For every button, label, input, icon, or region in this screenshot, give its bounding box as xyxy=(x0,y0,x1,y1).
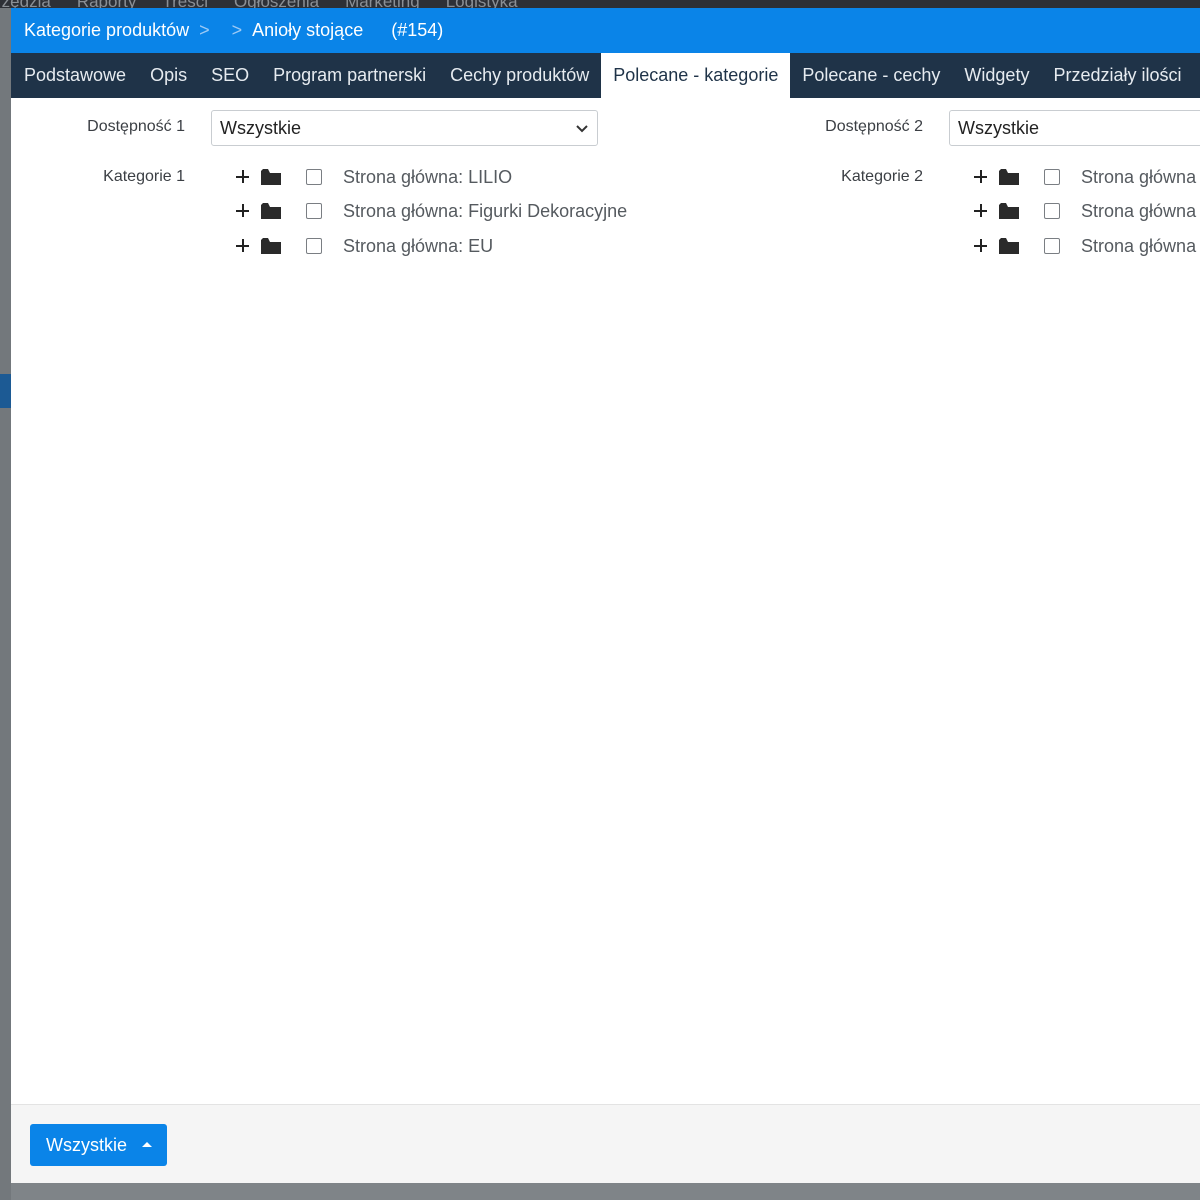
category-label: Strona główna xyxy=(1081,200,1197,221)
tab-opis[interactable]: Opis xyxy=(138,53,199,98)
tab-polecane-cechy[interactable]: Polecane - cechy xyxy=(790,53,952,98)
background-selected-row xyxy=(0,374,11,408)
breadcrumb-current: Anioły stojące xyxy=(252,20,364,40)
chevron-down-icon xyxy=(576,125,588,133)
category-label: Strona główna: LILIO xyxy=(343,166,513,187)
tree-item: Strona główna: Figurki Dekoracyjne xyxy=(235,196,627,226)
chevron-right-icon: > xyxy=(199,20,210,40)
expand-icon[interactable] xyxy=(973,169,989,185)
category-checkbox[interactable] xyxy=(1044,203,1060,219)
breadcrumb-parent[interactable]: Kategorie produktów xyxy=(24,20,189,41)
category-label: Strona główna: EU xyxy=(343,235,494,256)
folder-icon xyxy=(999,203,1019,219)
tab-bar: Podstawowe Opis SEO Program partnerski C… xyxy=(11,53,1200,98)
folder-icon xyxy=(261,238,281,254)
expand-icon[interactable] xyxy=(973,238,989,254)
background-menu-item: Logistyka xyxy=(446,0,518,8)
wszystkie-dropdown-button[interactable]: Wszystkie xyxy=(30,1124,167,1166)
tree-item: Strona główna: EU xyxy=(235,231,493,261)
background-menu-item: rzędzia xyxy=(0,0,51,8)
tab-seo[interactable]: SEO xyxy=(199,53,261,98)
tab-przedzialy-ilosci[interactable]: Przedziały ilości xyxy=(1041,53,1193,98)
categories-1-label: Kategorie 1 xyxy=(103,168,185,185)
tree-item: Strona główna xyxy=(973,231,1196,261)
expand-icon[interactable] xyxy=(235,238,251,254)
folder-icon xyxy=(999,169,1019,185)
tab-polecane-kategorie[interactable]: Polecane - kategorie xyxy=(601,53,791,98)
category-id: (#154) xyxy=(391,20,444,40)
tab-podstawowe[interactable]: Podstawowe xyxy=(11,53,138,98)
background-menu-item: Raporty xyxy=(77,0,137,8)
expand-icon[interactable] xyxy=(235,203,251,219)
category-checkbox[interactable] xyxy=(306,238,322,254)
tab-widgety[interactable]: Widgety xyxy=(952,53,1041,98)
tree-item: Strona główna xyxy=(973,162,1196,192)
background-menu-item: Marketing xyxy=(345,0,420,8)
category-label: Strona główna: Figurki Dekoracyjne xyxy=(343,200,628,221)
expand-icon[interactable] xyxy=(235,169,251,185)
availability-2-label: Dostępność 2 xyxy=(825,118,923,135)
categories-2-label: Kategorie 2 xyxy=(841,168,923,185)
availability-2-value: Wszystkie xyxy=(958,117,1039,138)
modal-footer: Wszystkie xyxy=(11,1104,1200,1183)
footer-button-label: Wszystkie xyxy=(46,1134,127,1155)
availability-1-select[interactable]: Wszystkie xyxy=(211,110,598,146)
category-checkbox[interactable] xyxy=(1044,238,1060,254)
edit-category-modal: Kategorie produktów > > Anioły stojące (… xyxy=(11,8,1200,1183)
tree-item: Strona główna xyxy=(973,196,1196,226)
background-menu: rzędzia Raporty Treści Ogłoszenia Market… xyxy=(0,0,518,8)
folder-icon xyxy=(261,169,281,185)
tab-program-partnerski[interactable]: Program partnerski xyxy=(261,53,438,98)
availability-2-select[interactable]: Wszystkie xyxy=(949,110,1200,146)
tree-item: Strona główna: LILIO xyxy=(235,162,512,192)
category-label: Strona główna xyxy=(1081,235,1197,256)
breadcrumb: Kategorie produktów > > Anioły stojące (… xyxy=(11,8,1200,53)
chevron-right-icon: > xyxy=(231,20,243,40)
category-checkbox[interactable] xyxy=(1044,169,1060,185)
background-menu-item: Ogłoszenia xyxy=(234,0,319,8)
tab-cechy-produktow[interactable]: Cechy produktów xyxy=(438,53,601,98)
category-checkbox[interactable] xyxy=(306,169,322,185)
background-menu-bar: rzędzia Raporty Treści Ogłoszenia Market… xyxy=(0,0,1200,8)
expand-icon[interactable] xyxy=(973,203,989,219)
background-menu-item: Treści xyxy=(162,0,208,8)
caret-up-icon xyxy=(142,1142,152,1147)
category-checkbox[interactable] xyxy=(306,203,322,219)
tab-content: Dostępność 1 Wszystkie Kategorie 1 Stron… xyxy=(11,98,1200,1104)
availability-1-label: Dostępność 1 xyxy=(87,118,185,135)
category-label: Strona główna xyxy=(1081,166,1197,187)
folder-icon xyxy=(261,203,281,219)
availability-1-value: Wszystkie xyxy=(220,117,301,138)
folder-icon xyxy=(999,238,1019,254)
background-list xyxy=(0,8,11,1200)
